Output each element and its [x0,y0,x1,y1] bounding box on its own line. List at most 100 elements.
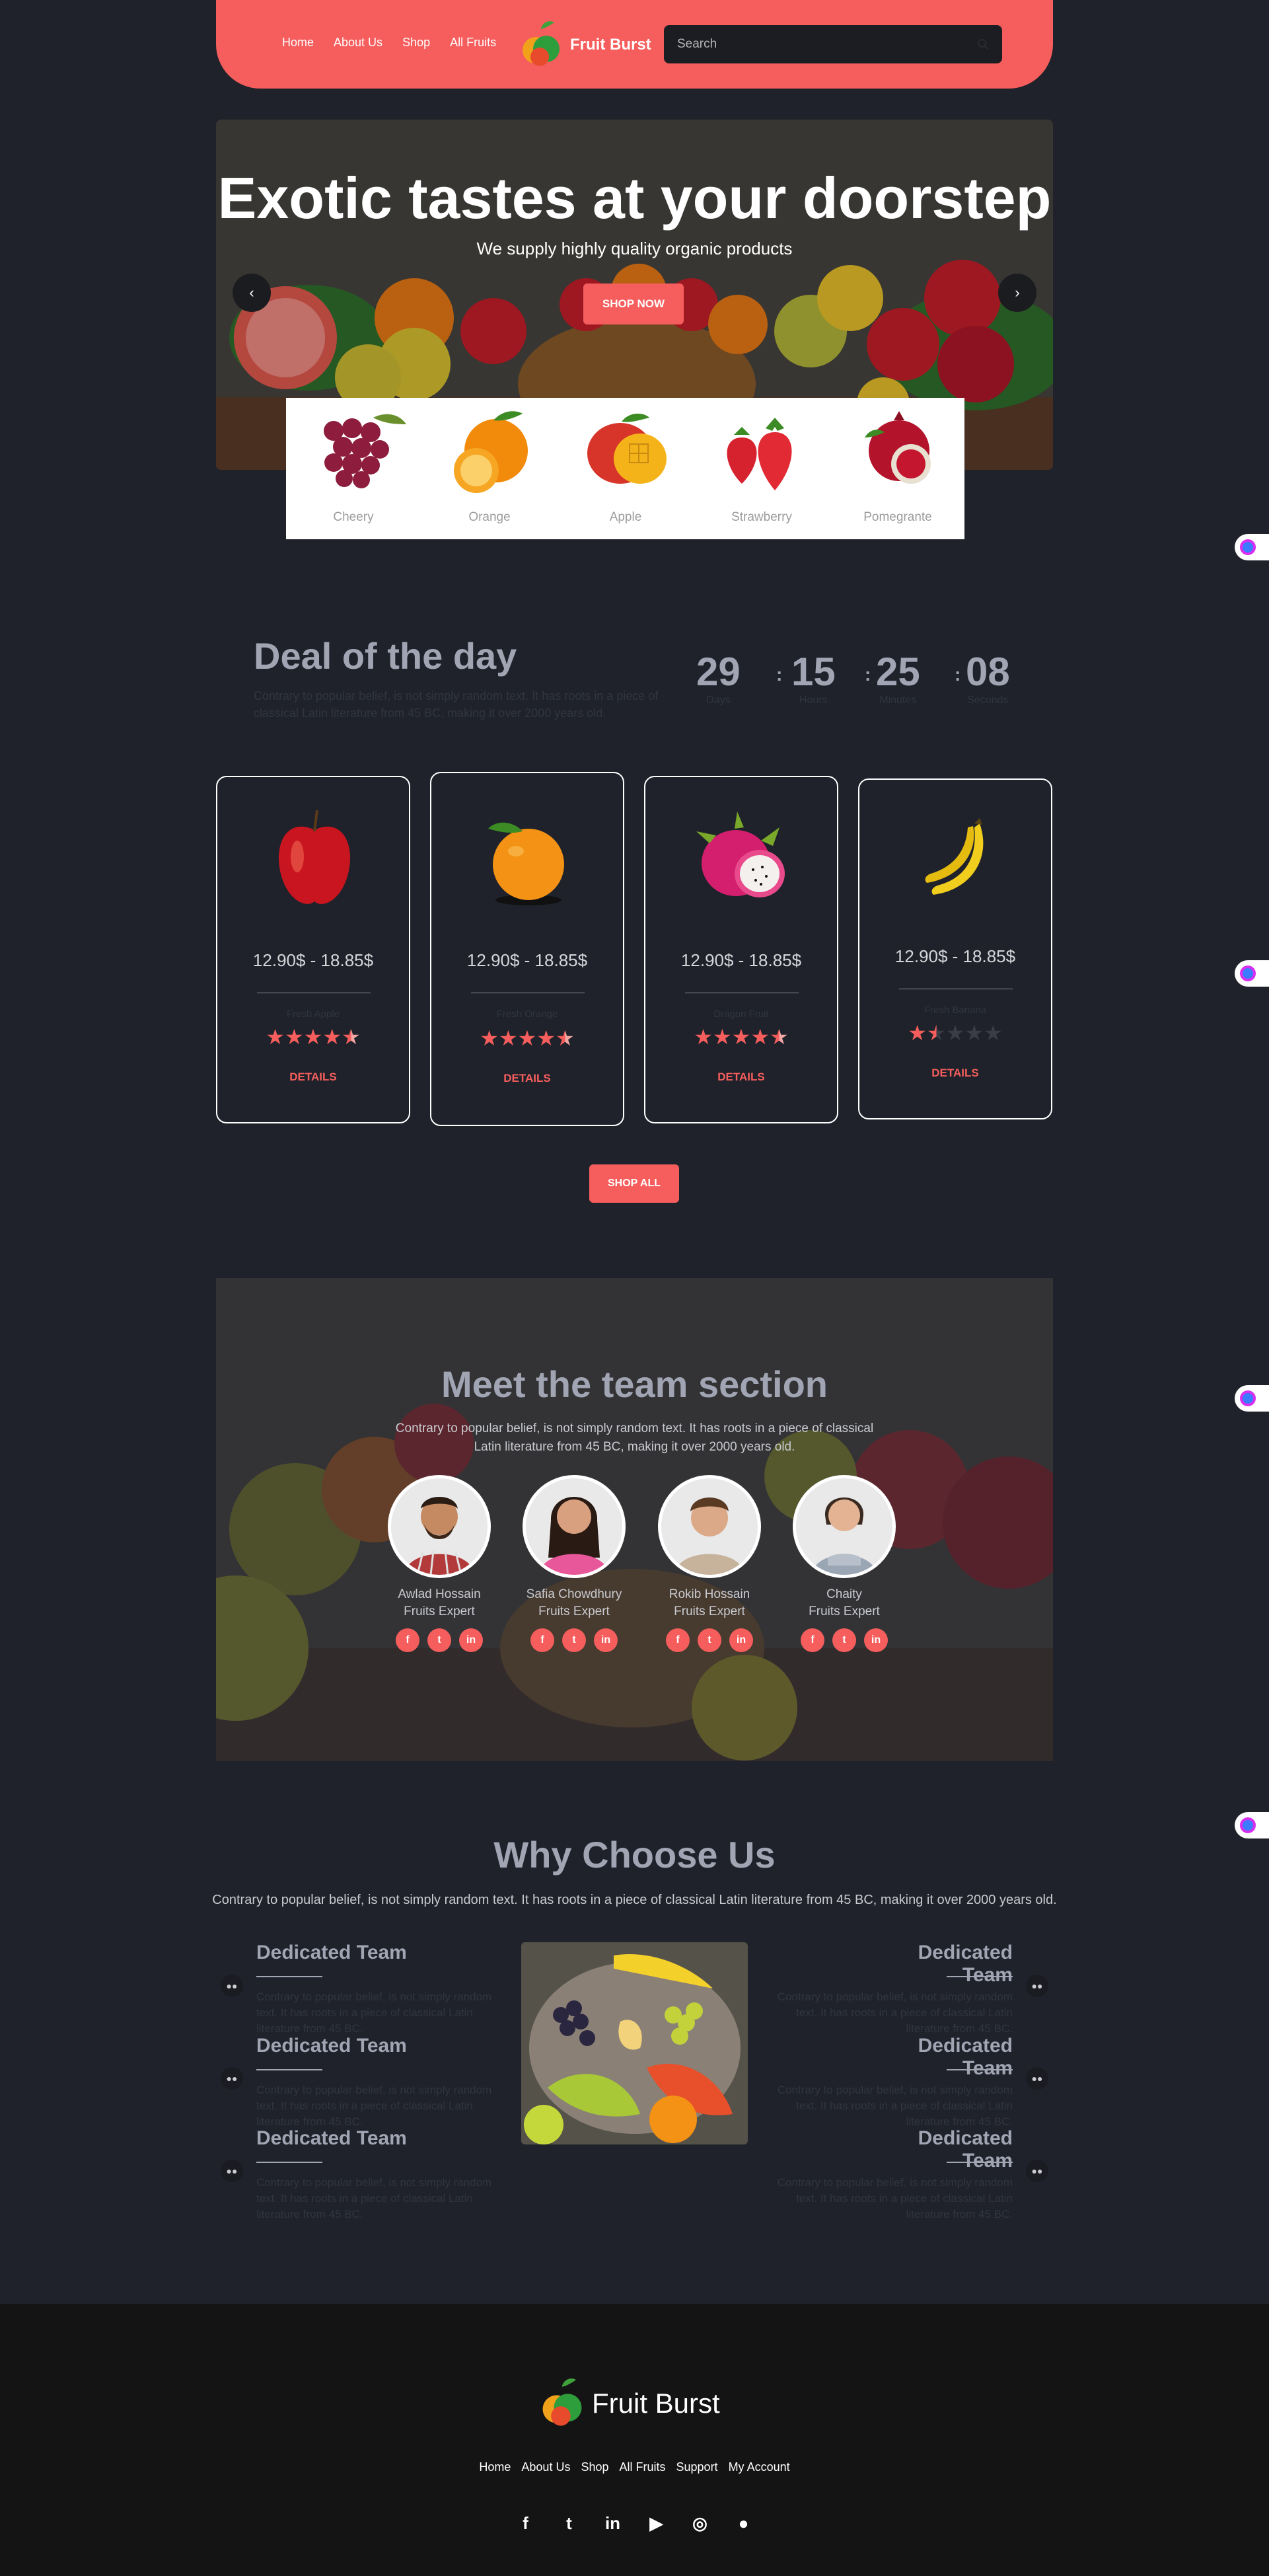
star-icon: ★ [322,1025,342,1049]
star-icon: ★ [964,1021,984,1045]
category-item-strawberry[interactable]: Strawberry [702,398,821,524]
facebook-icon[interactable]: f [666,1628,690,1652]
team-member: Awlad Hossain Fruits Expert f t in [370,1475,509,1652]
star-icon: ★ [266,1025,285,1049]
twitter-icon[interactable]: t [427,1628,451,1652]
deal-text: Contrary to popular belief, is not simpl… [254,689,659,720]
product-card[interactable]: 12.90$ - 18.85$ Dragon Fruit ★★★★★ DETAI… [644,776,838,1123]
facebook-icon[interactable]: f [801,1628,824,1652]
side-widget-badge[interactable] [1235,960,1269,987]
star-icon: ★ [284,1025,304,1049]
top-navbar: Home About Us Shop All Fruits Fruit Burs… [216,0,1053,89]
linkedin-icon[interactable]: in [864,1628,888,1652]
youtube-icon[interactable]: ▶ [645,2511,669,2535]
footer-link-support[interactable]: Support [676,2460,718,2474]
details-link[interactable]: DETAILS [431,1072,623,1085]
linkedin-icon[interactable]: in [594,1628,618,1652]
divider [947,2162,1013,2163]
rating-stars: ★★★★★ [431,1026,623,1051]
footer-brand-name: Fruit Burst [592,2388,720,2419]
shop-all-button[interactable]: SHOP ALL [589,1164,679,1203]
brand[interactable]: Fruit Burst [521,20,651,70]
orange-icon [488,822,564,905]
details-link[interactable]: DETAILS [859,1067,1051,1080]
apple-icon[interactable]: ● [732,2511,756,2535]
facebook-icon[interactable]: f [396,1628,419,1652]
linkedin-icon[interactable]: in [601,2511,625,2535]
footer-link-about[interactable]: About Us [521,2460,570,2474]
countdown-hours: 15 Hours [791,649,836,706]
feature-title: Dedicated Team [918,2035,1013,2079]
product-card[interactable]: 12.90$ - 18.85$ Fresh Apple ★★★★★ DETAIL… [216,776,410,1123]
carousel-prev-button[interactable]: ‹ [233,274,271,312]
footer-link-home[interactable]: Home [479,2460,511,2474]
star-icon: ★ [342,1025,361,1049]
instagram-icon[interactable]: ◎ [688,2511,712,2535]
star-icon: ★ [536,1026,556,1050]
category-item-apple[interactable]: Apple [566,398,685,524]
linkedin-icon[interactable]: in [729,1628,753,1652]
nav-link-about[interactable]: About Us [334,36,382,50]
category-item-orange[interactable]: Orange [430,398,549,524]
brand-name: Fruit Burst [570,36,651,54]
countdown-value: 08 [966,650,1010,694]
avatar [793,1475,896,1578]
star-icon: ★ [770,1025,789,1049]
footer-brand[interactable]: Fruit Burst [540,2377,720,2430]
nav-link-all-fruits[interactable]: All Fruits [450,36,496,50]
product-price: 12.90$ - 18.85$ [466,950,588,970]
footer-links: Home About Us Shop All Fruits Support My… [0,2460,1269,2474]
users-icon: ●● [1026,1975,1048,1997]
deal-title: Deal of the day [254,635,517,677]
countdown-value: 29 [696,650,741,694]
dragon-fruit-icon [696,812,785,897]
countdown-label: Hours [799,695,828,706]
linkedin-icon[interactable]: in [459,1628,483,1652]
category-item-pomegranate[interactable]: Pomegrante [838,398,957,524]
divider [947,2069,1013,2070]
search-icon[interactable] [977,38,989,50]
users-icon: ●● [221,1975,243,1997]
feature-text: Contrary to popular belief, is not simpl… [777,2084,1013,2128]
category-label: Strawberry [731,510,792,524]
team-member: Chaity Fruits Expert f t in [775,1475,914,1652]
facebook-icon[interactable]: f [514,2511,538,2535]
product-card[interactable]: 12.90$ - 18.85$ Fresh Banana ★★★★★ DETAI… [858,778,1052,1119]
avatar [658,1475,761,1578]
member-socials: f t in [370,1628,509,1652]
feature-text: Contrary to popular belief, is not simpl… [256,1990,492,2035]
twitter-icon[interactable]: t [698,1628,721,1652]
member-role: Fruits Expert [404,1605,475,1618]
divider [256,1976,322,1977]
team-title: Meet the team section [441,1363,828,1405]
star-icon: ★ [908,1021,927,1045]
twitter-icon[interactable]: t [832,1628,856,1652]
footer-link-account[interactable]: My Account [729,2460,790,2474]
team-member: Safia Chowdhury Fruits Expert f t in [505,1475,643,1652]
details-link[interactable]: DETAILS [217,1071,409,1084]
nav-link-home[interactable]: Home [282,36,314,50]
avatar [523,1475,626,1578]
feature-title: Dedicated Team [256,2127,407,2149]
facebook-icon[interactable]: f [530,1628,554,1652]
star-icon: ★ [750,1025,770,1049]
feature-title: Dedicated Team [918,1942,1013,1986]
carousel-next-button[interactable]: › [998,274,1036,312]
why-text: Contrary to popular belief, is not simpl… [212,1893,1057,1907]
twitter-icon[interactable]: t [562,1628,586,1652]
shop-now-button[interactable]: SHOP NOW [583,284,684,324]
category-item-cheery[interactable]: Cheery [294,398,413,524]
footer-link-shop[interactable]: Shop [581,2460,608,2474]
product-card[interactable]: 12.90$ - 18.85$ Fresh Orange ★★★★★ DETAI… [430,772,624,1126]
footer-link-all-fruits[interactable]: All Fruits [620,2460,666,2474]
side-widget-badge[interactable] [1235,534,1269,560]
side-widget-badge[interactable] [1235,1385,1269,1412]
twitter-icon[interactable]: t [558,2511,581,2535]
member-socials: f t in [505,1628,643,1652]
details-link[interactable]: DETAILS [645,1071,837,1084]
feature-text: Contrary to popular belief, is not simpl… [256,2176,492,2220]
chevron-left-icon: ‹ [249,284,254,301]
countdown-days: 29 Days [696,649,741,706]
nav-link-shop[interactable]: Shop [402,36,430,50]
search-input[interactable]: Search [664,25,1002,63]
